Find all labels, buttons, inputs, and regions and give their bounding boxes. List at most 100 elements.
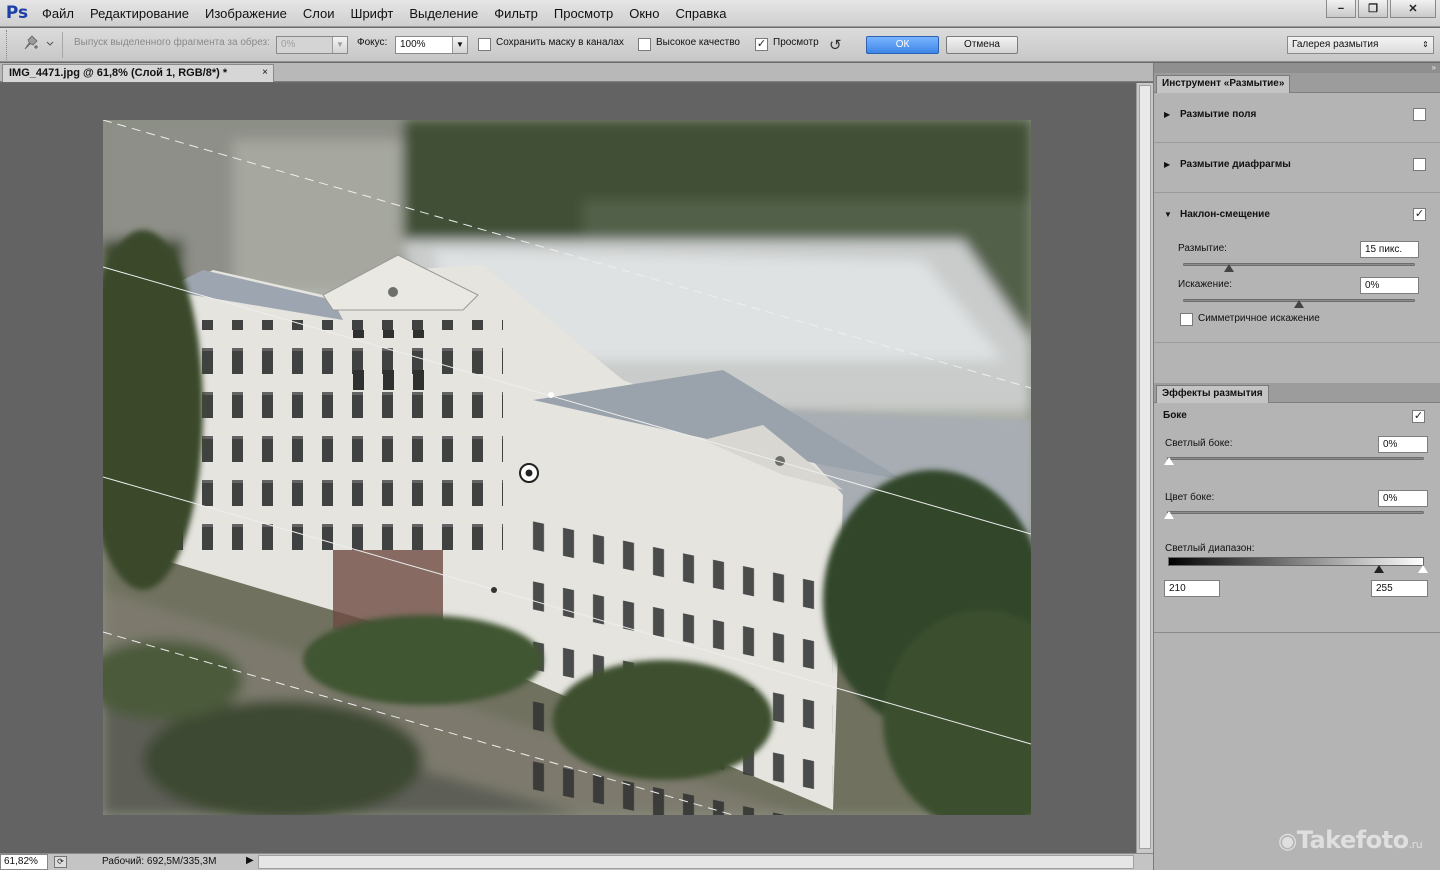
tilt-shift-label: Наклон-смещение [1180,209,1270,220]
status-menu-arrow[interactable]: ▶ [246,855,254,866]
ok-button[interactable]: ОК [866,36,939,54]
blur-tools-section: ▶ Размытие поля ▶ Размытие диафрагмы ▼ Н… [1154,93,1440,383]
vertical-scrollbar[interactable] [1136,83,1153,853]
distortion-field[interactable]: 0% [1360,277,1419,294]
light-range-min-field[interactable]: 210 [1164,580,1220,597]
panel-collapse-strip[interactable]: » [1154,63,1440,73]
expand-triangle-icon[interactable]: ▶ [1164,160,1170,169]
focus-value: 100% [400,39,426,50]
document-tab-bar: IMG_4471.jpg @ 61,8% (Слой 1, RGB/8*) * … [0,63,1153,82]
watermark-tld: .ru [1408,838,1423,851]
close-window-button[interactable]: ✕ [1390,0,1436,18]
bokeh-checkbox[interactable]: ✓ [1412,410,1425,423]
tab-blur-effects[interactable]: Эффекты размытия [1156,385,1269,403]
menu-bar: Ps Файл Редактирование Изображение Слои Шриф… [0,0,1440,27]
menu-item-8[interactable]: Окно [621,6,667,21]
bokeh-color-label: Цвет боке: [1165,492,1215,503]
light-range-max-knob[interactable] [1418,565,1428,573]
blur-tool-tilt-shift[interactable]: ▼ Наклон-смещение ✓ Размытие: 15 пикс. И… [1154,193,1440,343]
light-range-min-knob[interactable] [1374,565,1384,573]
cancel-button[interactable]: Отмена [946,36,1018,54]
blur-panel-dock: » Инструмент «Размытие» ▶ Размытие поля … [1153,63,1440,870]
focus-label: Фокус: [357,37,388,48]
field-blur-label: Размытие поля [1180,109,1257,120]
menu-item-3[interactable]: Слои [295,6,343,21]
light-bokeh-label: Светлый боке: [1165,438,1233,449]
bokeh-color-slider[interactable] [1167,511,1424,514]
menu-item-9[interactable]: Справка [667,6,734,21]
pin-tool-icon[interactable] [20,34,54,57]
field-blur-checkbox[interactable] [1413,108,1426,121]
iris-blur-checkbox[interactable] [1413,158,1426,171]
tab-blur-tools[interactable]: Инструмент «Размытие» [1156,75,1291,93]
menu-item-4[interactable]: Шрифт [343,6,402,21]
takefoto-watermark: ◉Takefoto.ru [1278,826,1423,854]
tilt-shift-photo[interactable] [103,120,1031,815]
scroll-thumb[interactable] [1139,85,1151,849]
light-bokeh-field[interactable]: 0% [1378,436,1428,453]
minimize-button[interactable]: − [1326,0,1356,18]
zoom-field[interactable]: 61,82% [0,854,48,870]
selection-output-combo[interactable]: 0% ▼ [276,36,348,54]
tilt-shift-checkbox[interactable]: ✓ [1413,208,1426,221]
high-quality-checkbox[interactable] [638,38,651,51]
light-range-gradient[interactable] [1168,557,1424,566]
menu-items: Файл Редактирование Изображение Слои Шрифт Вы… [34,6,734,21]
expand-triangle-icon[interactable]: ▶ [1164,110,1170,119]
photo-illustration [103,120,1031,815]
document-title: IMG_4471.jpg @ 61,8% (Слой 1, RGB/8*) * [9,67,228,79]
window-controls: − ❐ ✕ [1326,0,1436,18]
export-icon[interactable]: ⟳ [54,856,67,868]
symmetric-distortion-checkbox[interactable] [1180,313,1193,326]
blur-amount-label: Размытие: [1178,243,1227,254]
menu-item-6[interactable]: Фильтр [486,6,546,21]
workspace-value: Галерея размытия [1292,39,1379,50]
menu-item-0[interactable]: Файл [34,6,82,21]
chevron-down-icon: ▼ [452,37,467,53]
bokeh-color-slider-knob[interactable] [1164,511,1174,519]
distortion-label: Искажение: [1178,279,1233,290]
blur-slider-knob[interactable] [1224,264,1235,272]
updown-icon: ⇕ [1422,40,1429,49]
horizontal-scrollbar[interactable] [258,855,1134,869]
light-range-max-field[interactable]: 255 [1371,580,1428,597]
save-mask-checkbox[interactable] [478,38,491,51]
guide-handle[interactable] [491,587,497,593]
bokeh-color-field[interactable]: 0% [1378,490,1428,507]
workspace-select[interactable]: Галерея размытия ⇕ [1287,36,1434,54]
blur-tools-tabrow: Инструмент «Размытие» [1154,73,1440,93]
menu-item-1[interactable]: Редактирование [82,6,197,21]
light-bokeh-slider-knob[interactable] [1164,457,1174,465]
watermark-brand: Takefoto [1296,826,1409,854]
high-quality-label: Высокое качество [656,37,740,48]
status-bar: 61,82% ⟳ Рабочий: 692,5M/335,3M ▶ [0,853,1153,870]
selection-output-value: 0% [281,39,296,50]
chevron-down-icon: ▼ [332,37,347,53]
save-mask-label: Сохранить маску в каналах [496,37,624,48]
reset-icon[interactable]: ↺ [829,36,842,54]
status-info: Рабочий: 692,5M/335,3M [102,856,217,867]
blur-tool-field[interactable]: ▶ Размытие поля [1154,93,1440,143]
photoshop-logo: Ps [5,3,29,23]
blur-amount-field[interactable]: 15 пикс. [1360,241,1419,258]
restore-button[interactable]: ❐ [1358,0,1388,18]
light-bokeh-slider[interactable] [1167,457,1424,460]
close-tab-icon[interactable]: × [262,67,268,78]
watermark-icon: ◉ [1278,829,1297,854]
blur-effects-section: Боке ✓ Светлый боке: 0% Цвет боке: 0% Св… [1154,403,1440,633]
distortion-slider-knob[interactable] [1294,300,1304,308]
light-range-label: Светлый диапазон: [1165,543,1255,554]
grip [6,30,7,60]
blur-tool-iris[interactable]: ▶ Размытие диафрагмы [1154,143,1440,193]
blur-amount-slider[interactable] [1183,263,1415,266]
canvas-area[interactable] [0,83,1136,853]
document-tab[interactable]: IMG_4471.jpg @ 61,8% (Слой 1, RGB/8*) * … [2,64,274,82]
preview-checkbox[interactable]: ✓ [755,38,768,51]
menu-item-7[interactable]: Просмотр [546,6,621,21]
guide-handle[interactable] [548,392,554,398]
blur-pin-center [525,469,533,477]
menu-item-2[interactable]: Изображение [197,6,295,21]
collapse-triangle-icon[interactable]: ▼ [1164,210,1172,219]
focus-combo[interactable]: 100% ▼ [395,36,468,54]
menu-item-5[interactable]: Выделение [401,6,486,21]
